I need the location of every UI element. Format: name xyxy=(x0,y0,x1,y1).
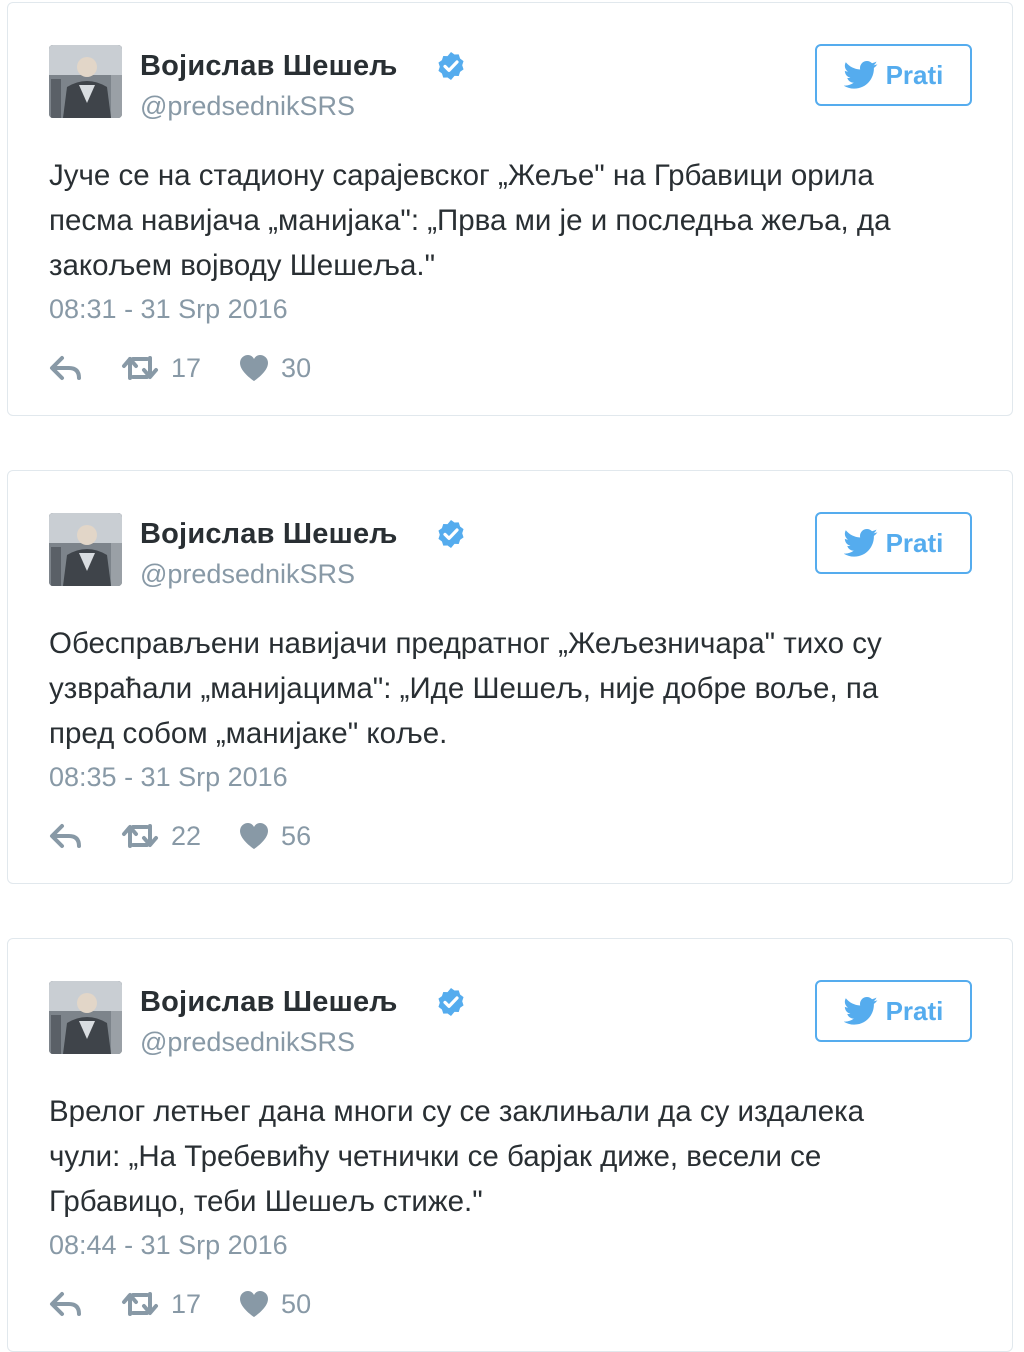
tweet-actions: 17 30 xyxy=(49,348,311,388)
retweet-icon xyxy=(122,1292,158,1316)
avatar[interactable] xyxy=(49,981,122,1054)
retweet-icon xyxy=(122,356,158,380)
reply-icon xyxy=(50,824,81,848)
tweet-card: Војислав Шешељ @predsednikSRS Prati Обес… xyxy=(7,470,1013,884)
display-name[interactable]: Војислав Шешељ xyxy=(140,986,398,1019)
follow-button[interactable]: Prati xyxy=(815,980,972,1042)
tweet-actions: 17 50 xyxy=(49,1284,311,1324)
avatar[interactable] xyxy=(49,45,122,118)
verified-badge-icon xyxy=(438,520,464,548)
like-count: 50 xyxy=(281,1288,312,1319)
twitter-bird-icon xyxy=(843,528,878,557)
avatar[interactable] xyxy=(49,513,122,586)
tweet-text-line: Врелог летњег дана многи су се заклињали… xyxy=(49,1095,865,1128)
like-button[interactable]: 50 xyxy=(239,1289,311,1320)
tweet-text-line: Јуче се на стадиону сарајевског „Жеље" н… xyxy=(49,159,874,192)
verified-badge-icon xyxy=(438,52,464,80)
tweet-text-line: чули: „На Требевићу четнички се барјак д… xyxy=(49,1140,822,1173)
twitter-bird-icon xyxy=(843,996,878,1025)
like-button[interactable]: 30 xyxy=(239,353,311,384)
reply-icon xyxy=(50,1292,81,1316)
retweet-count: 17 xyxy=(171,1288,202,1319)
tweet-card: Војислав Шешељ @predsednikSRS Prati Врел… xyxy=(7,938,1013,1352)
follow-button[interactable]: Prati xyxy=(815,44,972,106)
tweet-actions: 22 56 xyxy=(49,816,311,856)
reply-button[interactable] xyxy=(49,1290,83,1318)
tweet-card: Војислав Шешељ @predsednikSRS Prati Јуче… xyxy=(7,2,1013,416)
display-name[interactable]: Војислав Шешељ xyxy=(140,50,398,83)
tweet-text-line: Обесправљени навијачи предратног „Жељезн… xyxy=(49,627,882,660)
heart-icon xyxy=(240,355,269,381)
retweet-button[interactable]: 17 xyxy=(121,353,201,384)
verified-badge-icon xyxy=(438,988,464,1016)
retweet-icon xyxy=(122,824,158,848)
follow-button-label: Prati xyxy=(885,995,944,1026)
heart-icon xyxy=(240,823,269,849)
follow-button-label: Prati xyxy=(885,527,944,558)
user-handle[interactable]: @predsednikSRS xyxy=(140,1027,355,1058)
follow-button[interactable]: Prati xyxy=(815,512,972,574)
display-name[interactable]: Војислав Шешељ xyxy=(140,518,398,551)
user-handle[interactable]: @predsednikSRS xyxy=(140,559,355,590)
retweet-button[interactable]: 22 xyxy=(121,821,201,852)
like-count: 56 xyxy=(281,820,312,851)
follow-button-label: Prati xyxy=(885,59,944,90)
user-handle[interactable]: @predsednikSRS xyxy=(140,91,355,122)
like-count: 30 xyxy=(281,352,312,383)
tweet-text-line: закољем војводу Шешеља." xyxy=(49,249,436,282)
tweet-text-line: Грбавицо, теби Шешељ стиже." xyxy=(49,1185,483,1218)
like-button[interactable]: 56 xyxy=(239,821,311,852)
heart-icon xyxy=(240,1291,269,1317)
retweet-count: 17 xyxy=(171,352,202,383)
retweet-button[interactable]: 17 xyxy=(121,1289,201,1320)
retweet-count: 22 xyxy=(171,820,202,851)
tweet-text: Јуче се на стадиону сарајевског „Жеље" н… xyxy=(49,153,989,288)
tweet-text: Обесправљени навијачи предратног „Жељезн… xyxy=(49,621,989,756)
tweet-text-line: песма навијача „манијака": „Прва ми је и… xyxy=(49,204,891,237)
tweet-text-line: узвраћали „манијацима": „Иде Шешељ, није… xyxy=(49,672,879,705)
tweet-timestamp[interactable]: 08:35 - 31 Srp 2016 xyxy=(49,762,288,793)
reply-button[interactable] xyxy=(49,354,83,382)
reply-button[interactable] xyxy=(49,822,83,850)
tweet-timestamp[interactable]: 08:31 - 31 Srp 2016 xyxy=(49,294,288,325)
twitter-bird-icon xyxy=(843,60,878,89)
tweet-text: Врелог летњег дана многи су се заклињали… xyxy=(49,1089,989,1224)
tweet-text-line: пред собом „манијаке" коље. xyxy=(49,717,448,750)
tweet-timestamp[interactable]: 08:44 - 31 Srp 2016 xyxy=(49,1230,288,1261)
reply-icon xyxy=(50,356,81,380)
